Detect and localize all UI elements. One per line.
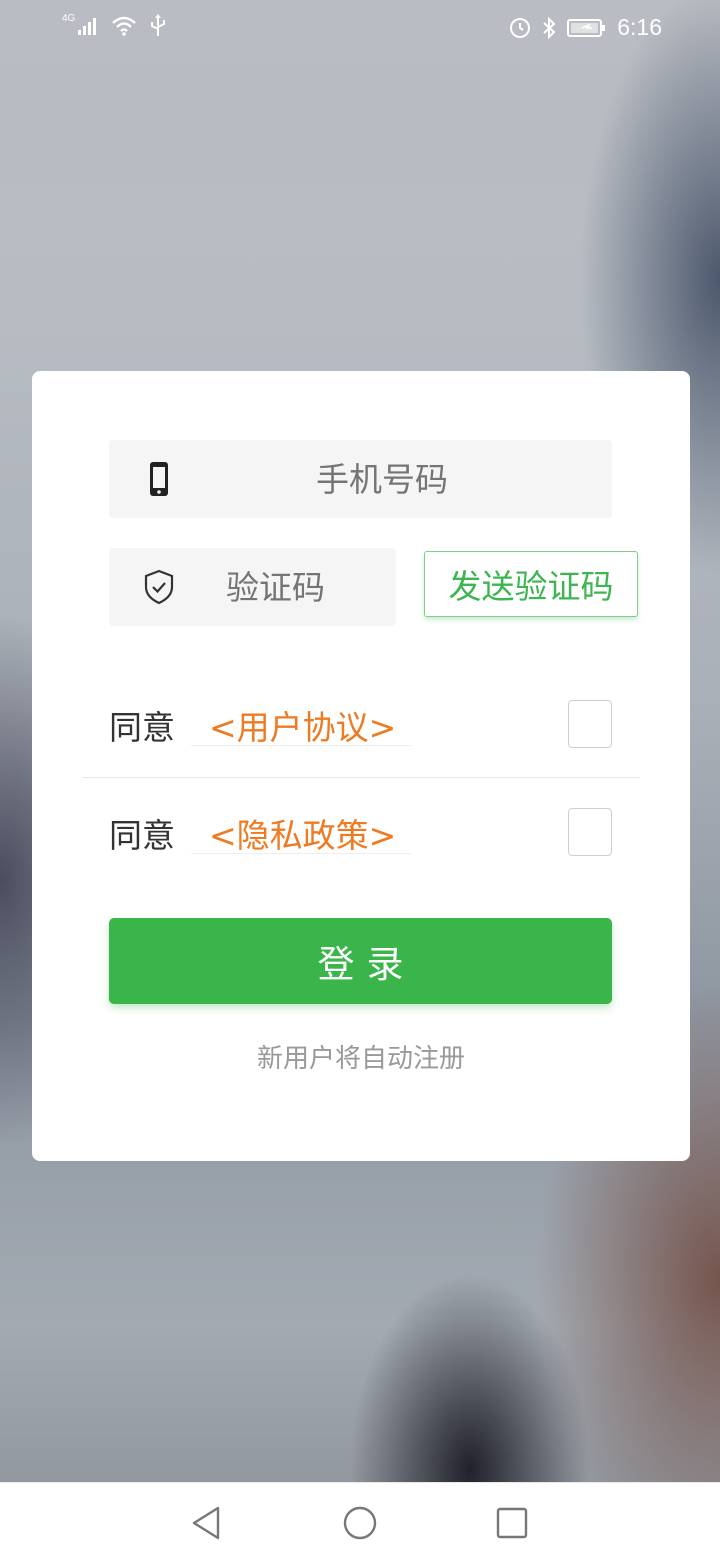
link-underline	[191, 745, 411, 746]
phone-number-input[interactable]	[314, 440, 578, 518]
status-bar: 4G 6:16	[0, 0, 720, 58]
privacy-policy-link[interactable]: <隐私政策>	[209, 809, 396, 857]
home-icon[interactable]	[340, 1503, 380, 1543]
usb-icon	[151, 14, 166, 36]
agree-prefix-label: 同意	[109, 816, 175, 855]
status-left-group: 4G	[62, 12, 167, 38]
privacy-policy-row: 同意 <隐私政策>	[109, 803, 612, 863]
bluetooth-icon	[543, 16, 556, 39]
row-divider	[82, 777, 640, 778]
phone-number-field[interactable]	[109, 440, 612, 518]
verification-code-input[interactable]	[224, 548, 388, 626]
agree-prefix-label: 同意	[109, 708, 175, 747]
clock-time: 6:16	[617, 14, 662, 40]
battery-icon	[567, 18, 606, 37]
wifi-icon	[112, 16, 137, 36]
alarm-icon	[510, 17, 531, 38]
back-icon[interactable]	[186, 1503, 226, 1543]
phone-icon	[150, 462, 168, 496]
login-button[interactable]: 登录	[109, 918, 612, 1004]
privacy-policy-checkbox[interactable]	[568, 808, 612, 856]
send-code-button[interactable]: 发送验证码	[424, 551, 638, 617]
network-type-label: 4G	[62, 12, 76, 24]
status-right-group: 6:16	[509, 14, 662, 41]
navigation-bar	[0, 1482, 720, 1560]
auto-register-note: 新用户将自动注册	[256, 1044, 465, 1074]
shield-check-icon	[144, 569, 174, 605]
login-screen: 4G 6:16 手机号码 验证码 发送验证码 同意 <用户协议> 同意 <隐私政…	[0, 0, 720, 1560]
user-agreement-checkbox[interactable]	[568, 700, 612, 748]
login-card: 发送验证码 同意 <用户协议> 同意 <隐私政策> 登录 新用户将自动注册	[32, 371, 690, 1161]
user-agreement-link[interactable]: <用户协议>	[209, 701, 396, 749]
link-underline	[191, 853, 411, 854]
signal-icon	[78, 18, 97, 35]
recent-apps-icon[interactable]	[492, 1503, 532, 1543]
verification-code-field[interactable]	[109, 548, 396, 626]
user-agreement-row: 同意 <用户协议>	[109, 695, 612, 755]
